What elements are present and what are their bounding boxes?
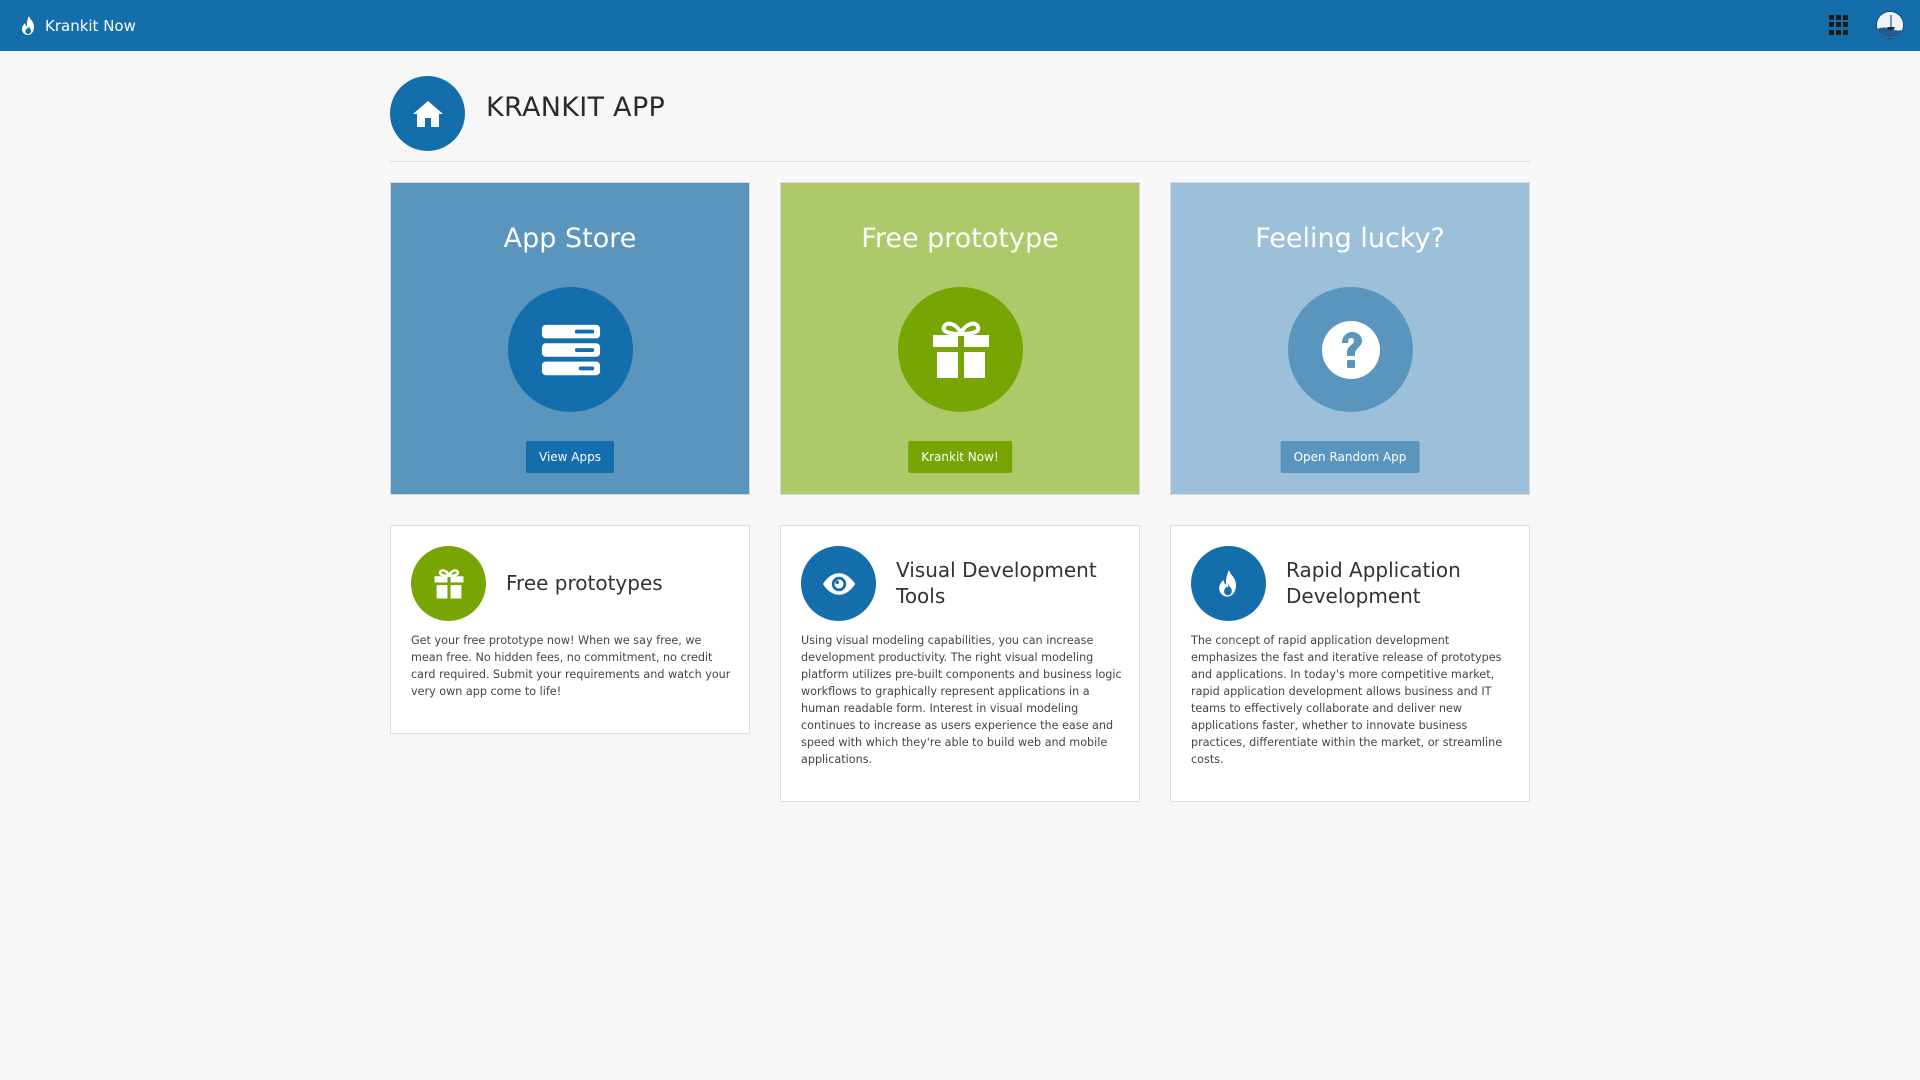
info-text: The concept of rapid application develop… — [1191, 634, 1503, 766]
info-icon-circle — [411, 546, 486, 621]
view-apps-button[interactable]: View Apps — [526, 441, 614, 473]
info-card-free-prototypes: Free prototypes Get your free prototype … — [390, 525, 750, 734]
info-title: Rapid Application Development — [1286, 558, 1461, 608]
hero-card-feeling-lucky: Feeling lucky? Open Random App — [1170, 182, 1530, 495]
page-title: KRANKIT APP — [486, 92, 666, 123]
flame-icon — [22, 16, 34, 35]
hero-card-app-store: App Store View Apps — [390, 182, 750, 495]
info-card-rapid-application-development: Rapid Application Development The concep… — [1170, 525, 1530, 802]
home-icon — [412, 100, 443, 127]
info-title: Free prototypes — [506, 571, 663, 595]
gift-icon — [434, 568, 463, 598]
hero-icon-circle — [508, 287, 633, 412]
avatar-image — [1877, 12, 1903, 38]
top-navbar: Krankit Now — [0, 0, 1920, 51]
info-icon-circle — [801, 546, 876, 621]
krankit-now-button[interactable]: Krankit Now! — [908, 441, 1012, 473]
user-avatar[interactable] — [1876, 11, 1904, 39]
hero-icon-circle — [1288, 287, 1413, 412]
brand-label: Krankit Now — [45, 17, 136, 35]
brand-link[interactable]: Krankit Now — [19, 12, 136, 40]
hero-title: Free prototype — [861, 223, 1059, 254]
info-card-visual-development-tools: Visual Development Tools Using visual mo… — [780, 525, 1140, 802]
info-text: Get your free prototype now! When we say… — [411, 634, 731, 698]
page-header: KRANKIT APP — [390, 76, 1530, 162]
open-random-app-button[interactable]: Open Random App — [1280, 441, 1420, 473]
server-stack-icon — [541, 324, 600, 375]
apps-grid-icon[interactable] — [1829, 15, 1849, 35]
home-badge — [390, 76, 465, 151]
hero-card-free-prototype: Free prototype Krankit Now! — [780, 182, 1140, 495]
question-icon — [1321, 320, 1380, 379]
hero-title: Feeling lucky? — [1255, 223, 1445, 254]
hero-icon-circle — [898, 287, 1023, 412]
info-title: Visual Development Tools — [896, 558, 1097, 608]
info-icon-circle — [1191, 546, 1266, 621]
hero-title: App Store — [503, 223, 637, 254]
gift-icon — [932, 321, 989, 378]
info-text: Using visual modeling capabilities, you … — [801, 634, 1122, 766]
eye-icon — [822, 572, 855, 595]
flame-icon — [1218, 569, 1236, 597]
